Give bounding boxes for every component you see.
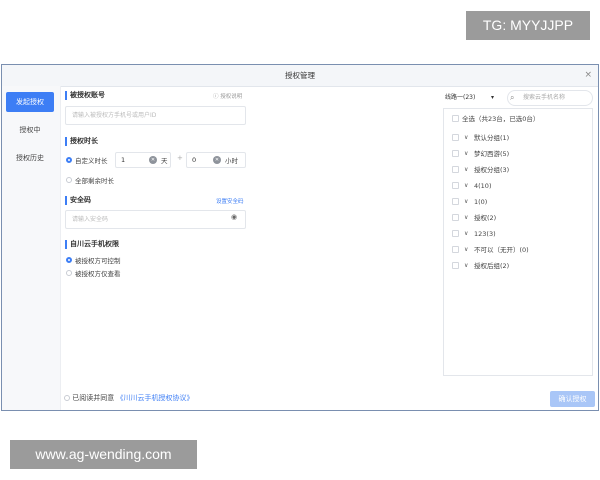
group-checkbox[interactable] xyxy=(452,262,459,269)
group-label: 4(10) xyxy=(474,182,492,190)
account-placeholder: 请输入被授权方手机号或用户ID xyxy=(72,112,157,119)
hours-unit: 小时 xyxy=(225,157,238,165)
permissions-section-title: 自川云手机权限 xyxy=(65,240,119,249)
chevron-down-icon[interactable]: ∨ xyxy=(464,227,468,241)
remaining-duration-radio[interactable] xyxy=(66,177,72,183)
select-all-label: 全选（共23台，已选0台） xyxy=(462,115,540,123)
group-label: 1(0) xyxy=(474,198,488,206)
group-label: 默认分组(1) xyxy=(474,134,510,142)
group-checkbox[interactable] xyxy=(452,246,459,253)
group-label: 授权分组(3) xyxy=(474,166,510,174)
group-checkbox[interactable] xyxy=(452,134,459,141)
chevron-down-icon[interactable]: ∨ xyxy=(464,259,468,273)
clear-hours-icon[interactable]: ✕ xyxy=(213,156,221,164)
chevron-down-icon[interactable]: ∨ xyxy=(464,147,468,161)
clear-days-icon[interactable]: ✕ xyxy=(149,156,157,164)
group-checkbox[interactable] xyxy=(452,166,459,173)
remaining-duration-label: 全部剩余时长 xyxy=(75,177,114,185)
set-security-code-link[interactable]: 设置安全码 xyxy=(216,197,244,205)
close-icon[interactable]: × xyxy=(584,65,592,86)
select-all-checkbox[interactable] xyxy=(452,115,459,122)
group-checkbox[interactable] xyxy=(452,230,459,237)
sidebar: 发起授权 授权中 授权历史 xyxy=(2,86,61,410)
group-checkbox[interactable] xyxy=(452,214,459,221)
chevron-down-icon[interactable]: ∨ xyxy=(464,131,468,145)
account-section-title: 被授权账号 xyxy=(65,91,105,100)
search-input[interactable]: 搜索云手机名称 xyxy=(507,90,593,106)
chevron-down-icon[interactable]: ∨ xyxy=(464,195,468,209)
search-placeholder: 搜索云手机名称 xyxy=(523,94,566,101)
duration-section-title: 授权时长 xyxy=(65,137,98,146)
line-select-value: 线路一(23) xyxy=(445,94,476,101)
view-permission-label: 被授权方仅查看 xyxy=(75,270,121,278)
control-permission-radio[interactable] xyxy=(66,257,72,263)
group-checkbox[interactable] xyxy=(452,150,459,157)
security-section-title: 安全码 xyxy=(65,196,91,205)
chevron-down-icon[interactable]: ∨ xyxy=(464,179,468,193)
group-label: 授权后组(2) xyxy=(474,262,510,270)
custom-duration-label: 自定义时长 xyxy=(75,157,108,165)
auth-help-label: 授权说明 xyxy=(220,94,243,100)
dialog-title: 授权管理 xyxy=(285,71,315,80)
sidebar-item-start-auth[interactable]: 发起授权 xyxy=(6,92,54,112)
sidebar-item-history[interactable]: 授权历史 xyxy=(6,148,54,168)
days-unit: 天 xyxy=(161,157,168,165)
group-label: 不可以（无开）(0) xyxy=(474,246,529,254)
view-permission-radio[interactable] xyxy=(66,270,72,276)
chevron-down-icon[interactable]: ∨ xyxy=(464,211,468,225)
watermark-top: TG: MYYJJPP xyxy=(466,11,590,40)
agree-checkbox[interactable] xyxy=(64,395,70,401)
agree-text: 已阅读并同意 xyxy=(72,394,115,402)
security-code-placeholder: 请输入安全码 xyxy=(72,216,109,223)
days-value: 1 xyxy=(121,156,126,164)
group-label: 授权(2) xyxy=(474,214,497,222)
control-permission-label: 被授权方可控制 xyxy=(75,257,121,265)
confirm-auth-button[interactable]: 确认授权 xyxy=(550,391,595,407)
group-checkbox[interactable] xyxy=(452,198,459,205)
custom-duration-radio[interactable] xyxy=(66,157,72,163)
line-select[interactable]: 线路一(23) ▾ xyxy=(445,91,501,105)
agreement-link[interactable]: 《川川云手机授权协议》 xyxy=(116,394,193,402)
caret-down-icon: ▾ xyxy=(491,94,495,101)
group-checkbox[interactable] xyxy=(452,182,459,189)
watermark-bottom: www.ag-wending.com xyxy=(10,440,197,469)
chevron-down-icon[interactable]: ∨ xyxy=(464,243,468,257)
plus-icon: + xyxy=(177,154,183,162)
group-label: 梦幻西游(5) xyxy=(474,150,510,158)
eye-off-icon[interactable]: ◉ xyxy=(231,213,237,221)
chevron-down-icon[interactable]: ∨ xyxy=(464,163,468,177)
hours-value: 0 xyxy=(192,156,197,164)
dialog-titlebar: 授权管理 × xyxy=(2,65,598,87)
security-code-input[interactable]: 请输入安全码 xyxy=(65,210,246,229)
group-label: 123(3) xyxy=(474,230,496,238)
sidebar-item-authorizing[interactable]: 授权中 xyxy=(6,120,54,140)
info-icon: ⓘ xyxy=(213,94,219,100)
agreement-row: 已阅读并同意 《川川云手机授权协议》 xyxy=(64,393,193,403)
account-input[interactable]: 请输入被授权方手机号或用户ID xyxy=(65,106,246,125)
auth-help-link[interactable]: ⓘ 授权说明 xyxy=(213,92,242,100)
